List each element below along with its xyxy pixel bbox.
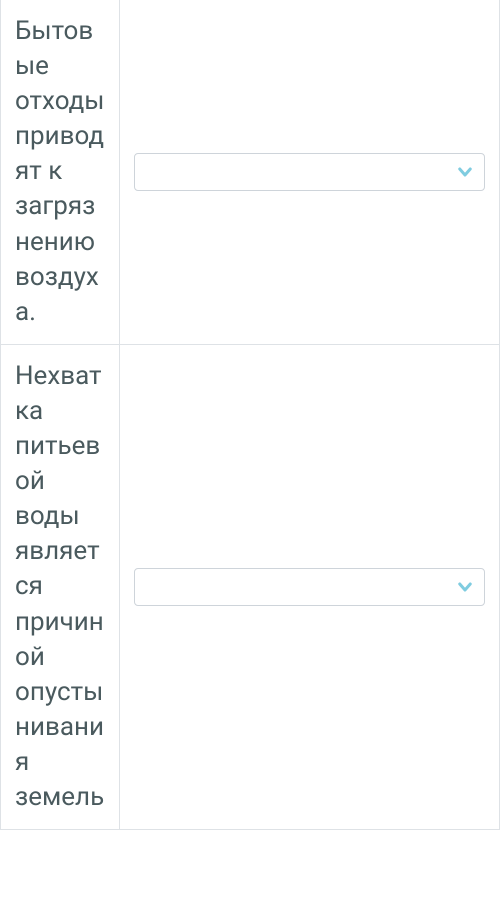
chevron-down-icon <box>456 578 474 596</box>
table-row: Нехватка питьевой воды является причиной… <box>0 345 500 830</box>
chevron-down-icon <box>456 163 474 181</box>
answer-select[interactable] <box>134 568 485 606</box>
row-input-cell <box>120 0 500 344</box>
row-label: Нехватка питьевой воды является причиной… <box>15 359 105 815</box>
row-input-cell <box>120 345 500 829</box>
row-label-cell: Нехватка питьевой воды является причиной… <box>0 345 120 829</box>
question-table: Бытовые отходы приводят к загрязнению во… <box>0 0 500 830</box>
answer-select[interactable] <box>134 153 485 191</box>
row-label-cell: Бытовые отходы приводят к загрязнению во… <box>0 0 120 344</box>
table-row: Бытовые отходы приводят к загрязнению во… <box>0 0 500 345</box>
row-label: Бытовые отходы приводят к загрязнению во… <box>15 14 105 330</box>
